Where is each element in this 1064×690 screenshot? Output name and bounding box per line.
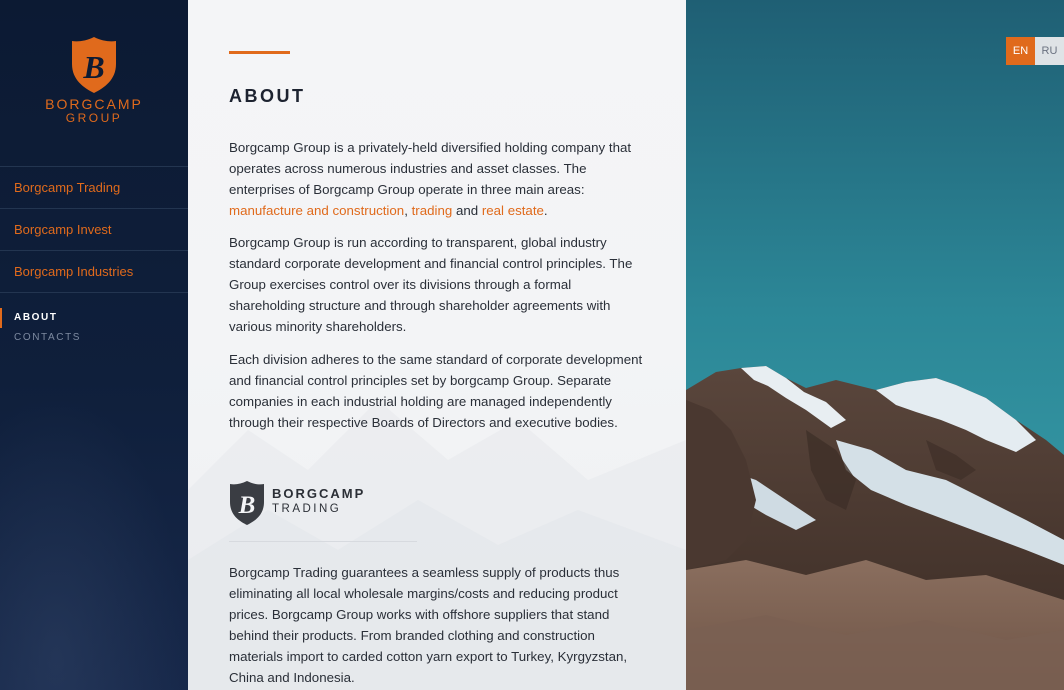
trading-monogram: B (238, 492, 256, 519)
division-link-industries[interactable]: Borgcamp Industries (0, 251, 188, 293)
link-trading[interactable]: trading (412, 203, 453, 218)
brand-monogram: B (82, 49, 104, 85)
nav-item-contacts[interactable]: CONTACTS (0, 328, 188, 348)
content-panel: ABOUT Borgcamp Group is a privately-held… (188, 0, 686, 690)
lang-option-en[interactable]: EN (1006, 37, 1035, 65)
link-real-estate[interactable]: real estate (482, 203, 544, 218)
link-manufacture[interactable]: manufacture and construction (229, 203, 404, 218)
shield-logo-icon: B (230, 481, 264, 525)
brand-subtitle: GROUP (65, 111, 123, 125)
division-link-invest[interactable]: Borgcamp Invest (0, 209, 188, 251)
about-paragraph-3: Each division adheres to the same standa… (229, 352, 643, 430)
nav-item-about[interactable]: ABOUT (0, 308, 188, 328)
page-title: ABOUT (229, 86, 306, 106)
mountain-landscape-image (686, 0, 1064, 690)
brand-name: BORGCAMP (45, 96, 143, 112)
about-paragraph-2: Borgcamp Group is run according to trans… (229, 235, 633, 334)
sidebar: B BORGCAMP GROUP Borgcamp Trading Borgca… (0, 0, 188, 690)
division-nav: Borgcamp Trading Borgcamp Invest Borgcam… (0, 166, 188, 293)
p1-text-a: Borgcamp Group is a privately-held diver… (229, 140, 632, 197)
division-link-trading[interactable]: Borgcamp Trading (0, 167, 188, 209)
mountain-photo: EN RU (686, 0, 1064, 690)
p1-text-c: and (452, 203, 482, 218)
lang-option-ru[interactable]: RU (1035, 37, 1064, 65)
about-paragraph-1: Borgcamp Group is a privately-held diver… (229, 137, 647, 221)
trading-logo-subtitle: TRADING (272, 503, 342, 515)
section-nav: ABOUT CONTACTS (0, 308, 188, 348)
trading-logo-name: BORGCAMP (272, 486, 366, 501)
trading-paragraph: Borgcamp Trading guarantees a seamless s… (229, 565, 628, 685)
shield-logo-icon: B (72, 37, 116, 93)
heading-accent-line (229, 51, 290, 54)
section-divider (229, 541, 417, 542)
p1-text-d: . (543, 203, 548, 218)
brand-logo[interactable]: B BORGCAMP GROUP (0, 36, 188, 125)
language-switcher: EN RU (1006, 37, 1064, 65)
p1-text-b: , (404, 203, 412, 218)
